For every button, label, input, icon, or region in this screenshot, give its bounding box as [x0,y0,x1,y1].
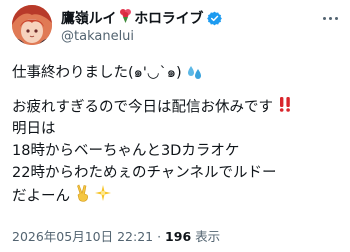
tweet-line-1: 仕事終わりました(๑'◡`๑) [12,62,342,84]
avatar[interactable] [12,5,52,45]
double-exclamation-emoji-icon [278,96,292,119]
tweet-line-3-text: お疲れすぎるので今日は配信お休みです [12,99,273,116]
views-label: 表示 [195,229,221,244]
avatar-image [12,5,52,45]
tweet-line-1-text: 仕事終わりました(๑'◡`๑) [12,65,182,81]
more-options-icon[interactable] [318,8,342,28]
tweet-line-6: 22時からわためぇのチャンネルでルドー [12,165,277,181]
views-count: 196 [165,229,192,244]
tweet-line-5: 18時からベーちゃんと3Dカラオケ [12,143,240,159]
display-name[interactable]: 鷹嶺ルイ [61,8,116,28]
verified-badge-icon [207,11,223,26]
tweet-text: 仕事終わりました(๑'◡`๑) お疲れすぎるので今日は配信お休みです 明日は 1… [12,62,342,206]
meta-separator: · [153,229,166,244]
sweat-droplets-emoji-icon [187,64,203,87]
sparkle-emoji-icon [95,185,112,208]
bouquet-emoji-icon [118,8,133,28]
tweet-line-7: だよーん [12,184,342,206]
tweet-meta: 2026年05月10日 22:21 · 196 表示 [12,226,220,245]
display-name-suffix[interactable]: ホロライブ [134,8,203,28]
victory-hand-emoji-icon [75,184,91,209]
tweet-line-4: 明日は [12,121,56,137]
timestamp[interactable]: 2026年05月10日 22:21 [12,229,153,244]
tweet-card: 鷹嶺ルイ ホロライブ @takanelui 仕事終わりました(๑'◡`๑) お疲… [0,0,350,252]
tweet-line-7-text: だよーん [12,188,70,205]
author-name-row[interactable]: 鷹嶺ルイ ホロライブ [61,8,223,28]
handle[interactable]: @takanelui [61,29,134,44]
tweet-line-3: お疲れすぎるので今日は配信お休みです [12,96,342,118]
